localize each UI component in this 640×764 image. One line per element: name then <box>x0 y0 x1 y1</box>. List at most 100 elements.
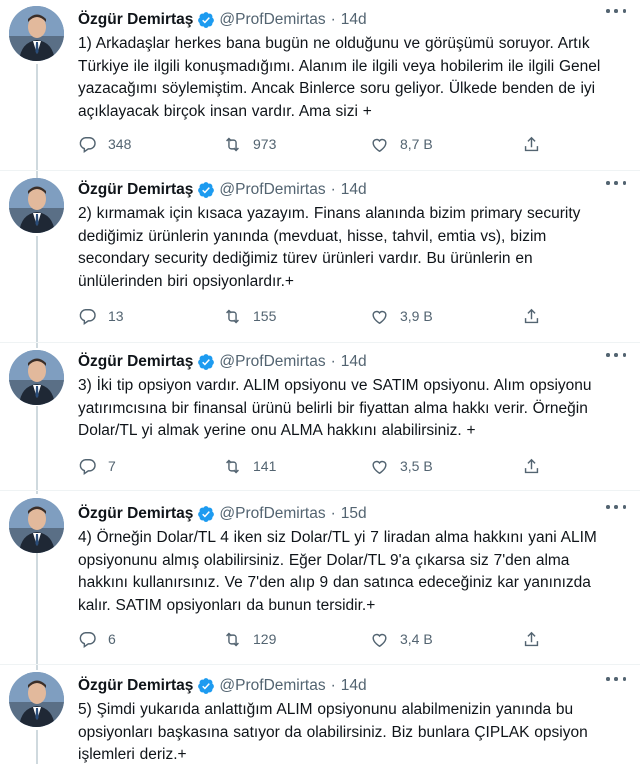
author-name[interactable]: Özgür Demirtaş <box>78 181 193 199</box>
reply-button[interactable]: 13 <box>78 305 124 327</box>
share-icon <box>524 458 539 473</box>
share-button[interactable] <box>522 455 541 477</box>
verified-badge-icon <box>197 505 215 523</box>
share-icon <box>524 308 539 323</box>
reply-icon <box>79 308 96 325</box>
tweet[interactable]: Özgür Demirtaş @ProfDemirtas · 14d 5) Şi… <box>0 666 640 764</box>
reply-icon <box>79 136 96 153</box>
separator: · <box>330 505 336 522</box>
separator: · <box>330 677 336 694</box>
tweet-timestamp[interactable]: 14d <box>341 181 367 199</box>
tweet-thread: Özgür Demirtaş @ProfDemirtas · 14d 1) Ar… <box>0 0 640 764</box>
tweet-text: 5) Şimdi yukarıda anlattığım ALIM opsiyo… <box>78 699 624 764</box>
verified-badge-icon <box>197 353 215 371</box>
retweet-button[interactable]: 155 <box>223 305 276 327</box>
tweet-text-line: yatırımcısına bir finansal ürünü belirli… <box>78 399 588 417</box>
like-icon <box>372 633 387 647</box>
like-button[interactable]: 3,9 B <box>370 305 433 327</box>
author-name[interactable]: Özgür Demirtaş <box>78 677 193 695</box>
retweet-button[interactable]: 141 <box>223 455 276 477</box>
share-icon <box>524 136 539 151</box>
avatar[interactable] <box>9 6 64 61</box>
tweet-actions: 13 155 3,9 B <box>78 305 548 327</box>
tweet-divider <box>0 342 640 343</box>
more-options-icon[interactable] <box>606 500 626 514</box>
tweet[interactable]: Özgür Demirtaş @ProfDemirtas · 14d 3) İk… <box>0 344 640 490</box>
avatar[interactable] <box>9 672 64 727</box>
tweet-header: Özgür Demirtaş @ProfDemirtas · 14d <box>78 9 367 31</box>
tweet[interactable]: Özgür Demirtaş @ProfDemirtas · 14d 2) kı… <box>0 172 640 342</box>
tweet-text-line: açıklayacak birçok insan vardır. Ama siz… <box>78 102 372 120</box>
reply-icon <box>79 631 96 648</box>
retweet-icon <box>226 309 239 323</box>
tweet[interactable]: Özgür Demirtaş @ProfDemirtas · 15d 4) Ör… <box>0 492 640 662</box>
separator: · <box>330 353 336 370</box>
tweet[interactable]: Özgür Demirtaş @ProfDemirtas · 14d 1) Ar… <box>0 0 640 170</box>
separator: · <box>330 181 336 198</box>
like-count: 3,9 B <box>400 308 433 324</box>
more-options-icon[interactable] <box>606 4 626 18</box>
reply-count: 6 <box>108 631 116 647</box>
tweet-text-line: dediğimiz ürünlerin yanında (mevduat, hi… <box>78 227 547 245</box>
retweet-count: 141 <box>253 458 277 474</box>
reply-count: 348 <box>108 136 132 152</box>
retweet-icon <box>226 459 239 473</box>
reply-button[interactable]: 6 <box>78 628 116 650</box>
like-icon <box>372 138 387 152</box>
tweet-text-line: 1) Arkadaşlar herkes bana bugün ne olduğ… <box>78 35 590 52</box>
tweet-header: Özgür Demirtaş @ProfDemirtas · 15d <box>78 503 367 525</box>
like-button[interactable]: 8,7 B <box>370 133 433 155</box>
retweet-count: 155 <box>253 308 277 324</box>
tweet-actions: 348 973 8,7 B <box>78 133 548 155</box>
tweet-actions: 6 129 3,4 B <box>78 628 548 650</box>
tweet-header: Özgür Demirtaş @ProfDemirtas · 14d <box>78 675 367 697</box>
like-button[interactable]: 3,5 B <box>370 455 433 477</box>
retweet-button[interactable]: 129 <box>223 628 276 650</box>
avatar[interactable] <box>9 350 64 405</box>
author-handle[interactable]: @ProfDemirtas <box>219 505 325 523</box>
tweet-timestamp[interactable]: 14d <box>341 11 367 29</box>
more-options-icon[interactable] <box>606 672 626 686</box>
author-name[interactable]: Özgür Demirtaş <box>78 505 193 523</box>
retweet-count: 129 <box>253 631 277 647</box>
tweet-timestamp[interactable]: 14d <box>341 677 367 695</box>
more-options-icon[interactable] <box>606 176 626 190</box>
tweet-actions: 7 141 3,5 B <box>78 455 548 477</box>
tweet-timestamp[interactable]: 15d <box>341 505 367 523</box>
author-handle[interactable]: @ProfDemirtas <box>219 181 325 199</box>
retweet-icon <box>226 632 239 646</box>
separator: · <box>330 11 336 28</box>
more-options-icon[interactable] <box>606 348 626 362</box>
author-handle[interactable]: @ProfDemirtas <box>219 11 325 29</box>
tweet-timestamp[interactable]: 14d <box>341 353 367 371</box>
tweet-text-line: opsiyonunu almış olabilirsiniz. Eğer Dol… <box>78 551 570 569</box>
share-button[interactable] <box>522 133 541 155</box>
tweet-text-line: Türkiye ile ilgili konuşmadığımı. Alanım… <box>78 57 601 75</box>
tweet-divider <box>0 490 640 491</box>
verified-badge-icon <box>197 181 215 199</box>
like-button[interactable]: 3,4 B <box>370 628 433 650</box>
reply-count: 7 <box>108 458 116 474</box>
author-handle[interactable]: @ProfDemirtas <box>219 677 325 695</box>
tweet-text-line: Dolar/TL yi almak yerine onu ALMA hakkın… <box>78 422 476 440</box>
share-button[interactable] <box>522 305 541 327</box>
author-name[interactable]: Özgür Demirtaş <box>78 11 193 29</box>
author-handle[interactable]: @ProfDemirtas <box>219 353 325 371</box>
author-name[interactable]: Özgür Demirtaş <box>78 353 193 371</box>
tweet-text-line: hakkını kullanırsınız. Ve 7'den alıp 9 d… <box>78 574 591 592</box>
avatar[interactable] <box>9 178 64 233</box>
reply-button[interactable]: 7 <box>78 455 116 477</box>
like-icon <box>372 310 387 324</box>
like-icon <box>372 460 387 474</box>
tweet-divider <box>0 170 640 171</box>
tweet-divider <box>0 664 640 665</box>
retweet-button[interactable]: 973 <box>223 133 276 155</box>
verified-badge-icon <box>197 677 215 695</box>
tweet-text: 3) İki tip opsiyon vardır. ALIM opsiyonu… <box>78 375 624 443</box>
avatar[interactable] <box>9 498 64 553</box>
share-button[interactable] <box>522 628 541 650</box>
reply-button[interactable]: 348 <box>78 133 131 155</box>
retweet-icon <box>226 137 239 151</box>
tweet-text-line: ünlülerinden biri opsiyonlardır.+ <box>78 272 294 290</box>
tweet-text-line: opsiyonları başkasına satıyor da olabili… <box>78 723 588 741</box>
